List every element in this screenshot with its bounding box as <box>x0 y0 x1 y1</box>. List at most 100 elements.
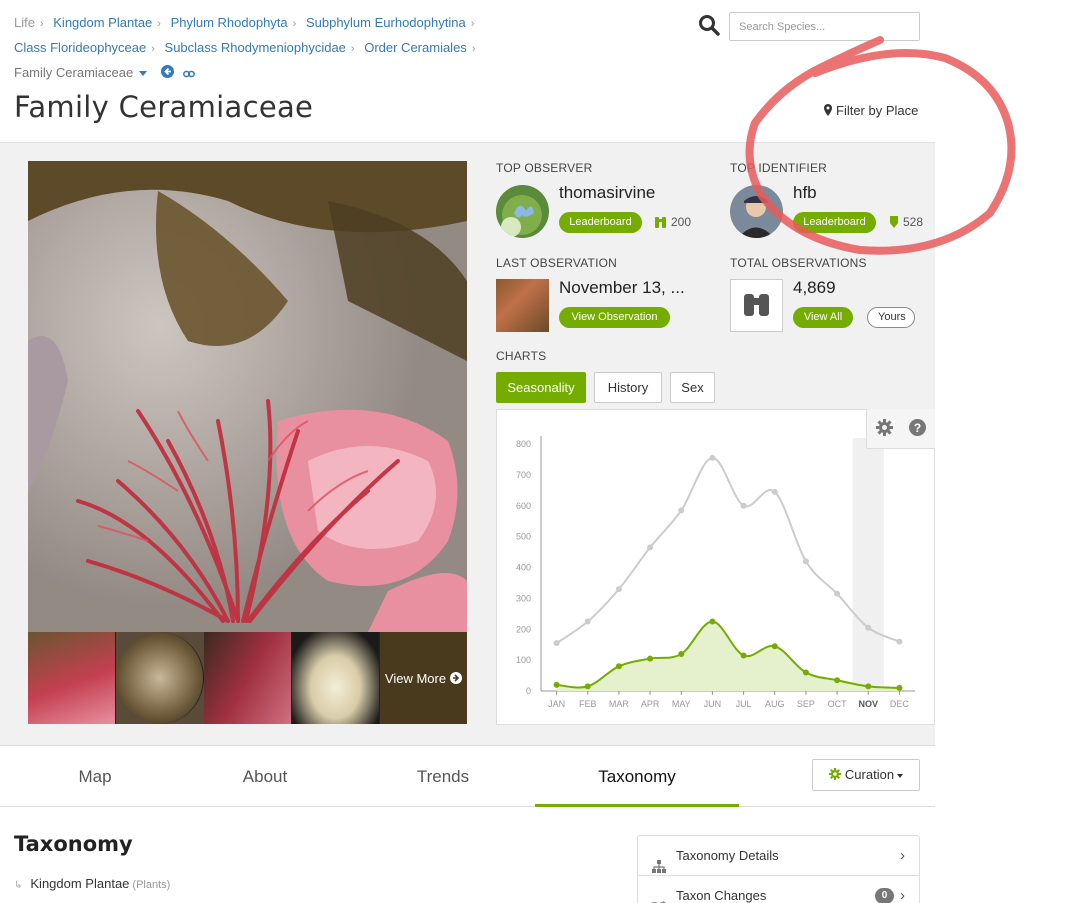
last-observation-date: November 13, ... <box>559 278 685 297</box>
gear-icon[interactable] <box>876 419 893 441</box>
y-tick-label: 800 <box>516 439 531 449</box>
data-point <box>647 544 654 551</box>
chevron-right-icon: › <box>900 887 905 903</box>
back-arrow-icon[interactable] <box>160 62 174 85</box>
yours-button[interactable]: Yours <box>867 307 915 328</box>
top-identifier-avatar[interactable] <box>730 185 783 238</box>
taxon-changes-item[interactable]: Taxon Changes 0 › <box>638 875 919 903</box>
view-more-button[interactable]: View More <box>380 632 467 724</box>
tab-taxonomy[interactable]: Taxonomy <box>535 746 739 807</box>
data-point <box>865 624 872 631</box>
breadcrumb-current[interactable]: Family Ceramiaceae <box>14 65 133 80</box>
x-tick-label: MAY <box>672 699 691 709</box>
x-tick-label: JAN <box>548 699 565 709</box>
curation-dropdown[interactable]: Curation <box>812 759 920 791</box>
tab-sex[interactable]: Sex <box>670 372 715 403</box>
help-icon[interactable]: ? <box>909 419 926 441</box>
top-observer-label: TOP OBSERVER <box>496 161 593 175</box>
taxonomy-details-item[interactable]: Taxonomy Details › <box>638 836 919 875</box>
data-point <box>584 618 591 625</box>
tab-seasonality[interactable]: Seasonality <box>496 372 586 403</box>
data-point <box>834 590 841 597</box>
series-area-1 <box>556 621 900 691</box>
series-line-0 <box>556 456 900 644</box>
chevron-down-icon[interactable] <box>139 71 148 77</box>
tab-trends[interactable]: Trends <box>352 746 534 807</box>
map-marker-icon <box>824 104 832 116</box>
breadcrumb-kingdom[interactable]: Kingdom Plantae <box>53 15 152 30</box>
last-observation-thumbnail[interactable] <box>496 279 549 332</box>
taxon-photo[interactable]: View More <box>28 161 467 724</box>
tree-branch-icon: ↳ <box>14 880 23 891</box>
breadcrumb-subclass[interactable]: Subclass Rhodymeniophycidae <box>165 40 346 55</box>
main-photo-image[interactable] <box>28 161 467 632</box>
view-all-button[interactable]: View All <box>793 307 853 328</box>
breadcrumb: Life › Kingdom Plantae › Phylum Rhodophyta… <box>14 11 504 85</box>
x-tick-label: AUG <box>765 699 785 709</box>
total-observations-label: TOTAL OBSERVATIONS <box>730 256 867 270</box>
svg-text:?: ? <box>914 421 921 435</box>
data-point <box>834 677 841 684</box>
breadcrumb-order[interactable]: Order Ceramiales <box>364 40 467 55</box>
taxon-changes-badge: 0 <box>875 888 894 903</box>
identifier-leaderboard-button[interactable]: Leaderboard <box>793 212 876 233</box>
chart-tools: ? <box>866 409 935 449</box>
view-more-label: View More <box>384 670 447 686</box>
thumbnail-4[interactable] <box>292 632 380 724</box>
x-tick-label: APR <box>641 699 660 709</box>
data-point <box>647 655 654 662</box>
data-point <box>553 681 560 688</box>
y-tick-label: 0 <box>526 686 531 696</box>
top-observer-name[interactable]: thomasirvine <box>559 183 655 203</box>
x-tick-label: NOV <box>858 699 878 709</box>
breadcrumb-phylum[interactable]: Phylum Rhodophyta <box>171 15 288 30</box>
gear-icon <box>828 768 841 780</box>
data-point <box>771 488 778 495</box>
taxonomy-row-name[interactable]: Kingdom Plantae <box>30 876 129 891</box>
breadcrumb-life[interactable]: Life <box>14 15 35 30</box>
y-tick-label: 700 <box>516 470 531 480</box>
last-observation-label: LAST OBSERVATION <box>496 256 618 270</box>
top-identifier-label: TOP IDENTIFIER <box>730 161 828 175</box>
breadcrumb-class[interactable]: Class Florideophyceae <box>14 40 146 55</box>
taxon-nav-bar: Map About Trends Taxonomy <box>0 745 935 807</box>
y-tick-label: 600 <box>516 501 531 511</box>
top-observer-avatar[interactable] <box>496 185 549 238</box>
view-observation-button[interactable]: View Observation <box>559 307 670 328</box>
data-point <box>615 663 622 670</box>
shuffle-icon <box>652 889 666 903</box>
taxonomy-row: ↳ Kingdom Plantae (Plants) <box>14 876 170 891</box>
data-point <box>584 683 591 690</box>
data-point <box>740 652 747 659</box>
filter-by-place-button[interactable]: Filter by Place <box>824 103 918 118</box>
tab-about[interactable]: About <box>190 746 340 807</box>
data-point <box>740 502 747 509</box>
chevron-right-icon: › <box>900 847 905 864</box>
data-point <box>553 640 560 647</box>
y-tick-label: 300 <box>516 593 531 603</box>
seasonality-chart-svg: 0 100 200 300 400 500 600 700 800 JAN FEB MAR APR MAY… <box>516 436 915 709</box>
binoculars-icon <box>655 217 666 228</box>
x-tick-label: FEB <box>579 699 597 709</box>
tab-history[interactable]: History <box>594 372 662 403</box>
search-icon[interactable] <box>698 14 720 36</box>
thumbnail-2[interactable] <box>116 632 204 724</box>
data-point <box>678 650 685 657</box>
data-point <box>896 684 903 691</box>
photo-thumbnails: View More <box>28 632 467 724</box>
observer-count-value: 200 <box>671 215 692 229</box>
observer-leaderboard-button[interactable]: Leaderboard <box>559 212 642 233</box>
breadcrumb-subphylum[interactable]: Subphylum Eurhodophytina <box>306 15 466 30</box>
taxonomy-row-common: (Plants) <box>132 879 171 891</box>
top-identifier-name[interactable]: hfb <box>793 183 817 203</box>
tab-map[interactable]: Map <box>0 746 190 807</box>
y-tick-label: 100 <box>516 655 531 665</box>
search-input[interactable] <box>729 12 920 41</box>
thumbnail-3[interactable] <box>204 632 292 724</box>
seasonality-chart: 0 100 200 300 400 500 600 700 800 JAN FEB MAR APR MAY… <box>496 409 935 725</box>
thumbnail-1[interactable] <box>28 632 116 724</box>
link-icon[interactable] <box>183 62 196 85</box>
y-tick-label: 400 <box>516 563 531 573</box>
taxon-changes-label: Taxon Changes <box>676 888 767 903</box>
data-point <box>709 454 716 461</box>
